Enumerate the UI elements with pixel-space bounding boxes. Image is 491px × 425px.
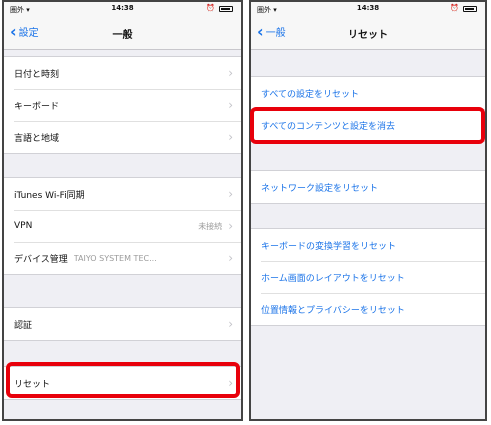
reset-home-layout-button[interactable]: ホーム画面のレイアウトをリセット (251, 261, 485, 293)
row-label: 位置情報とプライバシーをリセット (261, 305, 405, 316)
device-management-value: TAIYO SYSTEM TEC... (73, 253, 157, 263)
device-management-row[interactable]: デバイス管理 TAIYO SYSTEM TEC... › (4, 242, 241, 274)
chevron-right-icon: › (228, 130, 233, 144)
row-label: すべてのコンテンツと設定を消去 (261, 121, 396, 132)
battery-icon (219, 6, 233, 12)
row-label: ネットワーク設定をリセット (261, 183, 379, 194)
date-keyboard-group: 日付と時刻 › キーボード › 言語と地域 › (4, 56, 241, 154)
chevron-right-icon: › (228, 317, 233, 331)
sync-vpn-group: iTunes Wi-Fi同期 › VPN 未接続 › デバイス管理 TAIYO … (4, 177, 241, 275)
row-label: キーボードの変換学習をリセット (261, 241, 397, 252)
chevron-right-icon: › (228, 251, 233, 265)
reset-all-settings-button[interactable]: すべての設定をリセット (251, 77, 485, 109)
row-label: 言語と地域 (14, 133, 60, 144)
row-label: すべての設定をリセット (261, 89, 360, 100)
network-reset-group: ネットワーク設定をリセット (251, 170, 485, 204)
keyboard-row[interactable]: キーボード › (4, 89, 241, 121)
row-label: iTunes Wi-Fi同期 (14, 190, 85, 201)
date-time-row[interactable]: 日付と時刻 › (4, 57, 241, 89)
vpn-row[interactable]: VPN 未接続 › (4, 210, 241, 242)
chevron-right-icon: › (228, 219, 233, 233)
reset-keyboard-dictionary-button[interactable]: キーボードの変換学習をリセット (251, 229, 485, 261)
nav-bar: ‹ 一般 リセット (251, 16, 485, 50)
itunes-wifi-sync-row[interactable]: iTunes Wi-Fi同期 › (4, 178, 241, 210)
other-reset-group: キーボードの変換学習をリセット ホーム画面のレイアウトをリセット 位置情報とプラ… (251, 228, 485, 326)
row-label: 日付と時刻 (14, 69, 60, 80)
chevron-right-icon: › (228, 66, 233, 80)
reset-group: リセット › (4, 366, 241, 400)
chevron-right-icon: › (228, 98, 233, 112)
general-settings-screen: 圏外 ▾ 14:38 ⏰ ‹ 設定 一般 日付と時刻 › キーボード › 言語と… (2, 0, 243, 421)
row-label: 認証 (14, 320, 33, 331)
page-title: 一般 (112, 30, 133, 41)
row-label: ホーム画面のレイアウトをリセット (261, 273, 405, 284)
chevron-right-icon: › (228, 376, 233, 390)
chevron-right-icon: › (228, 187, 233, 201)
reset-settings-group: すべての設定をリセット すべてのコンテンツと設定を消去 (251, 76, 485, 142)
reset-network-settings-button[interactable]: ネットワーク設定をリセット (251, 171, 485, 203)
row-label: リセット (14, 379, 51, 390)
certification-row[interactable]: 認証 › (4, 308, 241, 340)
page-title: リセット (348, 30, 388, 41)
battery-icon (463, 6, 477, 12)
nav-bar: ‹ 設定 一般 (4, 16, 241, 50)
alarm-icon: ⏰ (206, 4, 215, 12)
row-label: デバイス管理 (14, 254, 68, 265)
row-label: キーボード (14, 101, 60, 112)
certification-group: 認証 › (4, 307, 241, 341)
reset-row[interactable]: リセット › (4, 367, 241, 399)
reset-location-privacy-button[interactable]: 位置情報とプライバシーをリセット (251, 293, 485, 325)
language-region-row[interactable]: 言語と地域 › (4, 121, 241, 153)
alarm-icon: ⏰ (450, 4, 459, 12)
row-label: VPN (14, 221, 33, 231)
vpn-status: 未接続 (198, 221, 223, 231)
reset-screen: 圏外 ▾ 14:38 ⏰ ‹ 一般 リセット すべての設定をリセット すべてのコ… (249, 0, 487, 421)
status-bar: 圏外 ▾ 14:38 ⏰ (251, 2, 485, 16)
status-bar: 圏外 ▾ 14:38 ⏰ (4, 2, 241, 16)
erase-all-content-button[interactable]: すべてのコンテンツと設定を消去 (251, 109, 485, 141)
